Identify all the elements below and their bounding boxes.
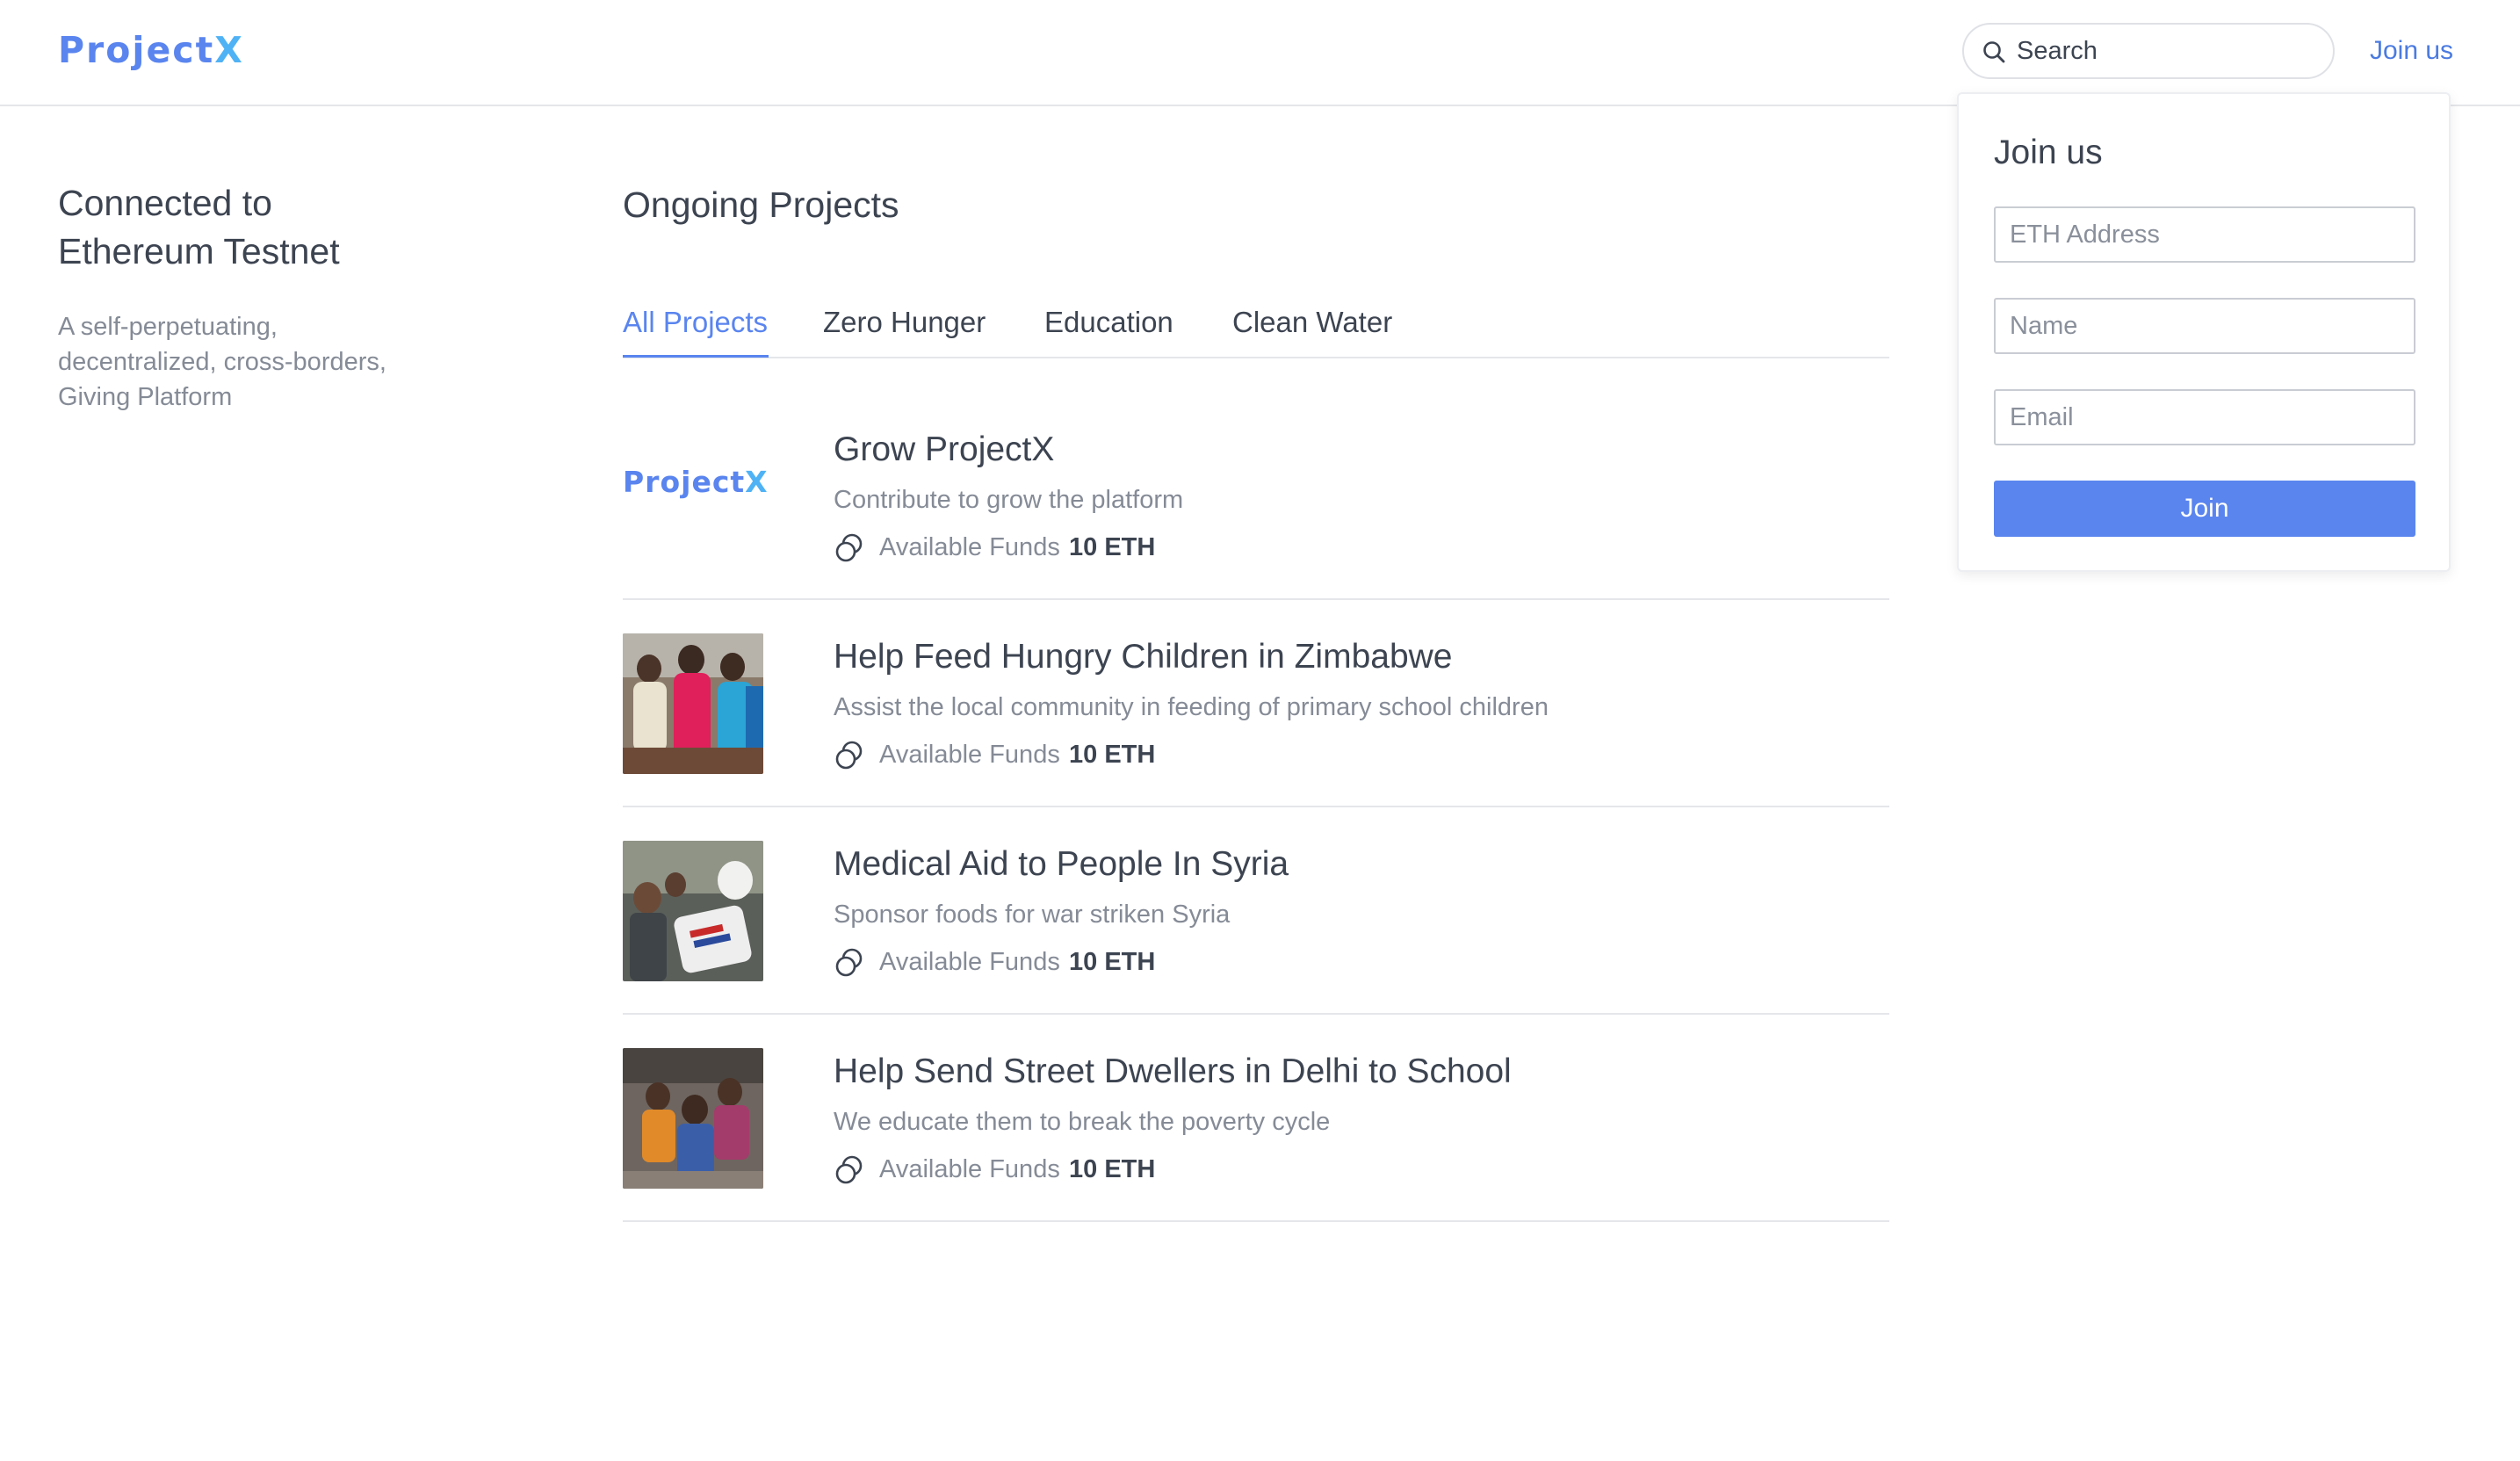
funds-label: Available Funds <box>879 1155 1060 1183</box>
project-description: Sponsor foods for war striken Syria <box>834 900 1231 929</box>
email-field[interactable] <box>1994 389 2415 445</box>
join-button[interactable]: Join <box>1994 481 2415 537</box>
platform-tagline: A self-perpetuating, decentralized, cros… <box>58 309 427 415</box>
project-list-item[interactable]: ProjectX Grow ProjectX Contribute to gro… <box>623 393 1889 600</box>
page-title: Ongoing Projects <box>623 184 899 225</box>
search-input[interactable] <box>2017 33 2315 69</box>
funds-value: 10 ETH <box>1069 948 1156 976</box>
eth-address-field[interactable] <box>1994 206 2415 263</box>
project-list-item[interactable]: Help Feed Hungry Children in Zimbabwe As… <box>623 600 1889 807</box>
funds-value: 10 ETH <box>1069 533 1156 561</box>
thumb-logo-text-x: X <box>745 465 769 499</box>
project-title[interactable]: Medical Aid to People In Syria <box>834 843 1289 886</box>
join-dropdown-title: Join us <box>1994 134 2103 171</box>
photo-children-zimbabwe <box>623 633 763 774</box>
top-navbar: ProjectX Join us <box>0 0 2520 106</box>
app-logo[interactable]: ProjectX <box>58 26 244 74</box>
tab-clean-water[interactable]: Clean Water <box>1232 304 1392 341</box>
search-icon <box>1983 41 2005 63</box>
photo-delhi-children <box>623 1048 763 1189</box>
coins-icon <box>835 741 863 770</box>
coins-icon <box>835 948 863 977</box>
funds-label: Available Funds <box>879 533 1060 561</box>
tab-all-projects[interactable]: All Projects <box>623 304 768 341</box>
project-thumbnail-image <box>623 1048 763 1189</box>
join-dropdown: Join us Join <box>1957 92 2451 572</box>
tagline-line3: Giving Platform <box>58 383 233 411</box>
join-us-link[interactable]: Join us <box>2370 33 2453 69</box>
project-description: We educate them to break the poverty cyc… <box>834 1108 1331 1136</box>
logo-text-project: Project <box>58 29 215 71</box>
network-status: Connected to Ethereum Testnet <box>58 179 427 276</box>
project-title[interactable]: Help Send Street Dwellers in Delhi to Sc… <box>834 1050 1512 1094</box>
network-status-line2: Ethereum Testnet <box>58 231 340 271</box>
project-title[interactable]: Help Feed Hungry Children in Zimbabwe <box>834 635 1453 679</box>
tab-education[interactable]: Education <box>1044 304 1173 341</box>
network-status-line1: Connected to <box>58 183 272 223</box>
logo-text-x: X <box>214 29 244 71</box>
project-description: Contribute to grow the platform <box>834 486 1184 514</box>
project-list-item[interactable]: Medical Aid to People In Syria Sponsor f… <box>623 807 1889 1015</box>
thumb-logo-text-project: Project <box>623 465 746 499</box>
project-thumbnail-image <box>623 841 763 981</box>
photo-syria-aid <box>623 841 763 981</box>
funds-label: Available Funds <box>879 741 1060 769</box>
category-tabs: All Projects Zero Hunger Education Clean… <box>623 295 1889 358</box>
coins-icon <box>835 533 863 562</box>
project-thumbnail-image <box>623 633 763 774</box>
project-title[interactable]: Grow ProjectX <box>834 428 1054 472</box>
name-field[interactable] <box>1994 298 2415 354</box>
project-description: Assist the local community in feeding of… <box>834 693 1549 721</box>
project-thumbnail-logo: ProjectX <box>623 463 769 502</box>
coins-icon <box>835 1155 863 1184</box>
funds-value: 10 ETH <box>1069 1155 1156 1183</box>
funds-label: Available Funds <box>879 948 1060 976</box>
active-tab-indicator <box>623 355 769 358</box>
tagline-line1: A self-perpetuating, <box>58 313 278 341</box>
funds-value: 10 ETH <box>1069 741 1156 769</box>
search-box[interactable] <box>1962 23 2335 79</box>
tab-zero-hunger[interactable]: Zero Hunger <box>823 304 986 341</box>
tagline-line2: decentralized, cross-borders, <box>58 348 386 376</box>
project-list-item[interactable]: Help Send Street Dwellers in Delhi to Sc… <box>623 1015 1889 1222</box>
